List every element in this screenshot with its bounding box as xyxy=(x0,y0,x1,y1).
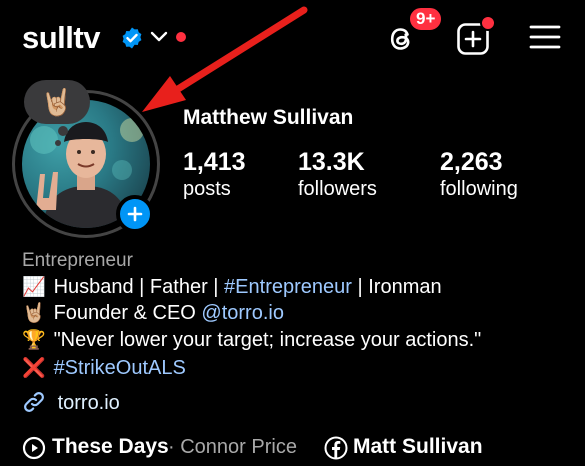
following-count[interactable]: 2,263 xyxy=(440,148,503,177)
chart-emoji-icon: 📈 xyxy=(22,277,46,298)
music-artist[interactable]: · Connor Price xyxy=(168,436,297,459)
posts-count[interactable]: 1,413 xyxy=(183,148,246,177)
note-emoji: 🤘🏼 xyxy=(40,86,74,117)
facebook-profile-name[interactable]: Matt Sullivan xyxy=(353,435,483,459)
cross-mark-emoji-icon: ❌ xyxy=(22,358,46,379)
bio-quote: "Never lower your target; increase your … xyxy=(53,329,482,351)
plus-icon xyxy=(127,206,143,222)
bio-line: 🏆 "Never lower your target; increase you… xyxy=(22,327,481,354)
threads-notification-badge: 9+ xyxy=(408,6,444,32)
website-link[interactable]: torro.io xyxy=(22,390,120,416)
play-circle-icon[interactable] xyxy=(22,436,46,460)
bio-text: Husband | Father | xyxy=(53,276,225,298)
new-post-dot xyxy=(480,15,496,31)
following-label[interactable]: following xyxy=(440,178,518,201)
profile-note-bubble[interactable]: 🤘🏼 xyxy=(24,80,90,124)
add-story-button[interactable] xyxy=(116,195,154,233)
bio-text: | Ironman xyxy=(351,276,442,298)
facebook-icon[interactable] xyxy=(324,436,348,460)
hashtag-link[interactable]: #StrikeOutALS xyxy=(54,357,186,379)
note-tail-dot xyxy=(55,140,61,146)
verified-badge-icon xyxy=(122,27,142,49)
profile-username[interactable]: sulltv xyxy=(22,18,100,58)
note-tail-dot xyxy=(58,126,68,136)
bio-line: ❌ #StrikeOutALS xyxy=(22,355,186,382)
bio-line: 📈 Husband | Father | #Entrepreneur | Iro… xyxy=(22,274,442,301)
trophy-emoji-icon: 🏆 xyxy=(22,330,46,351)
posts-label[interactable]: posts xyxy=(183,178,231,201)
unread-dot xyxy=(176,32,186,42)
hashtag-link[interactable]: #Entrepreneur xyxy=(224,276,352,298)
followers-label[interactable]: followers xyxy=(298,178,377,201)
profile-category: Entrepreneur xyxy=(22,250,133,271)
link-icon xyxy=(24,392,44,412)
hamburger-menu-icon[interactable] xyxy=(529,23,561,51)
mention-link[interactable]: @torro.io xyxy=(201,302,284,324)
website-text[interactable]: torro.io xyxy=(58,392,120,414)
bio-line: 🤘🏼 Founder & CEO @torro.io xyxy=(22,300,284,327)
profile-full-name: Matthew Sullivan xyxy=(183,106,354,129)
chevron-down-icon[interactable] xyxy=(150,30,168,44)
bio-text: Founder & CEO xyxy=(53,302,202,324)
followers-count[interactable]: 13.3K xyxy=(298,148,365,177)
rock-hand-emoji-icon: 🤘🏼 xyxy=(22,303,46,324)
music-song-title[interactable]: These Days xyxy=(52,435,169,459)
